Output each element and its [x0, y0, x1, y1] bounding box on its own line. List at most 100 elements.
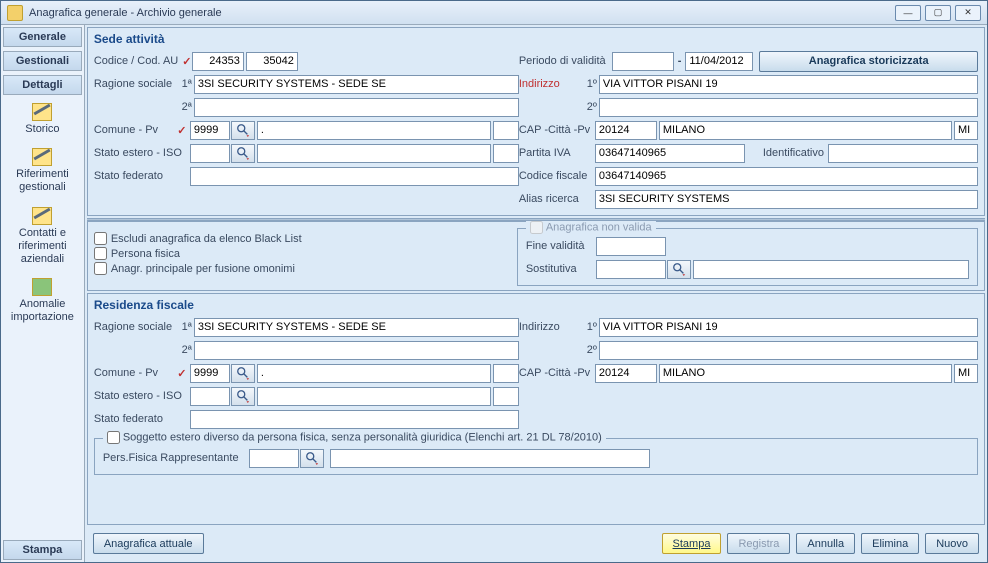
comune-extra-input[interactable] — [493, 121, 519, 140]
res-comune-lookup-button[interactable] — [231, 364, 255, 383]
required-mark-icon: ✓ — [174, 124, 190, 137]
elimina-button[interactable]: Elimina — [861, 533, 919, 554]
section-title-sede: Sede attività — [94, 32, 978, 46]
comune-desc-input[interactable] — [257, 121, 491, 140]
label-res-indirizzo: Indirizzo — [519, 321, 579, 333]
footer-toolbar: Anagrafica attuale Stampa Registra Annul… — [87, 527, 985, 560]
res-stato-extra-input[interactable] — [493, 387, 519, 406]
anagrafica-storicizzata-button[interactable]: Anagrafica storicizzata — [759, 51, 978, 72]
checkbox-escludi[interactable]: Escludi anagrafica da elenco Black List — [94, 232, 509, 245]
label-codice: Codice / Cod. AU — [94, 55, 182, 67]
periodo-sep: - — [678, 55, 682, 67]
ragione1-input[interactable] — [194, 75, 519, 94]
registra-button: Registra — [727, 533, 790, 554]
res-stato-lookup-button[interactable] — [231, 387, 255, 406]
res-pv-input[interactable] — [954, 364, 978, 383]
sidebar-header-stampa[interactable]: Stampa — [3, 540, 82, 560]
stampa-button[interactable]: Stampa — [662, 533, 722, 554]
sup-1o: 1º — [581, 321, 597, 333]
sidebar-item-label: Storico — [25, 123, 59, 136]
stato-extra-input[interactable] — [493, 144, 519, 163]
indirizzo2-input[interactable] — [599, 98, 978, 117]
label-indirizzo: Indirizzo — [519, 78, 579, 90]
sostitutiva-lookup-button[interactable] — [667, 260, 691, 279]
periodo-from-input[interactable] — [612, 52, 674, 71]
label-res-stato: Stato estero - ISO — [94, 390, 190, 402]
ragione2-input[interactable] — [194, 98, 519, 117]
label-cf: Codice fiscale — [519, 170, 595, 182]
comune-lookup-button[interactable] — [231, 121, 255, 140]
res-comune-code-input[interactable] — [190, 364, 230, 383]
fine-validita-input[interactable] — [596, 237, 666, 256]
cod-au-input[interactable] — [246, 52, 298, 71]
panel-options: Escludi anagrafica da elenco Black List … — [87, 221, 985, 291]
anagrafica-attuale-button[interactable]: Anagrafica attuale — [93, 533, 204, 554]
sup-2o: 2º — [581, 101, 597, 113]
codice-input[interactable] — [192, 52, 244, 71]
rapp-desc-input[interactable] — [330, 449, 650, 468]
res-comune-desc-input[interactable] — [257, 364, 491, 383]
cap-input[interactable] — [595, 121, 657, 140]
federato-input[interactable] — [190, 167, 519, 186]
sidebar-item-contatti[interactable]: Contatti e riferimenti aziendali — [1, 201, 84, 273]
piva-input[interactable] — [595, 144, 745, 163]
res-stato-code-input[interactable] — [190, 387, 230, 406]
sidebar-item-label: Riferimenti gestionali — [3, 168, 82, 194]
label-fine-validita: Fine validità — [526, 240, 596, 252]
periodo-to-input[interactable] — [685, 52, 753, 71]
res-cap-input[interactable] — [595, 364, 657, 383]
res-comune-extra-input[interactable] — [493, 364, 519, 383]
nuovo-button[interactable]: Nuovo — [925, 533, 979, 554]
res-indirizzo1-input[interactable] — [599, 318, 978, 337]
res-ragione1-input[interactable] — [194, 318, 519, 337]
cf-input[interactable] — [595, 167, 978, 186]
sidebar-item-anomalie[interactable]: Anomalie importazione — [1, 272, 84, 330]
identificativo-input[interactable] — [828, 144, 978, 163]
sidebar-item-storico[interactable]: Storico — [1, 97, 84, 142]
minimize-button[interactable]: — — [895, 5, 921, 21]
res-stato-desc-input[interactable] — [257, 387, 491, 406]
sidebar-header-generale[interactable]: Generale — [3, 27, 82, 47]
checkbox-persona[interactable]: Persona fisica — [94, 247, 509, 260]
sidebar-item-riferimenti[interactable]: Riferimenti gestionali — [1, 142, 84, 200]
section-title-residenza: Residenza fiscale — [94, 298, 978, 312]
group-anagrafica-nonvalida: Anagrafica non valida Fine validità Sost… — [517, 228, 978, 286]
res-federato-input[interactable] — [190, 410, 519, 429]
pv-input[interactable] — [954, 121, 978, 140]
close-button[interactable]: ✕ — [955, 5, 981, 21]
sostitutiva-code-input[interactable] — [596, 260, 666, 279]
checkbox-nonvalida — [530, 221, 543, 234]
rapp-lookup-button[interactable] — [300, 449, 324, 468]
res-indirizzo2-input[interactable] — [599, 341, 978, 360]
stato-code-input[interactable] — [190, 144, 230, 163]
sidebar-header-gestionali[interactable]: Gestionali — [3, 51, 82, 71]
rapp-code-input[interactable] — [249, 449, 299, 468]
pencil-icon — [32, 148, 52, 166]
stato-desc-input[interactable] — [257, 144, 491, 163]
comune-code-input[interactable] — [190, 121, 230, 140]
res-ragione2-input[interactable] — [194, 341, 519, 360]
pencil-icon — [32, 103, 52, 121]
sidebar: Generale Gestionali Dettagli Storico Rif… — [1, 25, 85, 562]
sidebar-header-dettagli[interactable]: Dettagli — [3, 75, 82, 95]
stato-lookup-button[interactable] — [231, 144, 255, 163]
sup-1o: 1º — [581, 78, 597, 90]
label-periodo: Periodo di validità — [519, 55, 606, 67]
res-citta-input[interactable] — [659, 364, 952, 383]
checkbox-principale[interactable]: Anagr. principale per fusione omonimi — [94, 262, 509, 275]
label-ragione: Ragione sociale — [94, 78, 174, 90]
annulla-button[interactable]: Annulla — [796, 533, 855, 554]
citta-input[interactable] — [659, 121, 952, 140]
group-title-text: Soggetto estero diverso da persona fisic… — [123, 431, 602, 443]
alias-input[interactable] — [595, 190, 978, 209]
indirizzo1-input[interactable] — [599, 75, 978, 94]
app-icon — [7, 5, 23, 21]
label-identificativo: Identificativo — [763, 147, 824, 159]
required-mark-icon: ✓ — [174, 367, 190, 380]
sostitutiva-desc-input[interactable] — [693, 260, 969, 279]
sidebar-item-label: Contatti e riferimenti aziendali — [3, 227, 82, 267]
maximize-button[interactable]: ▢ — [925, 5, 951, 21]
pencil-icon — [32, 207, 52, 225]
checkbox-soggetto-estero[interactable] — [107, 431, 120, 444]
window-title: Anagrafica generale - Archivio generale — [29, 7, 895, 19]
